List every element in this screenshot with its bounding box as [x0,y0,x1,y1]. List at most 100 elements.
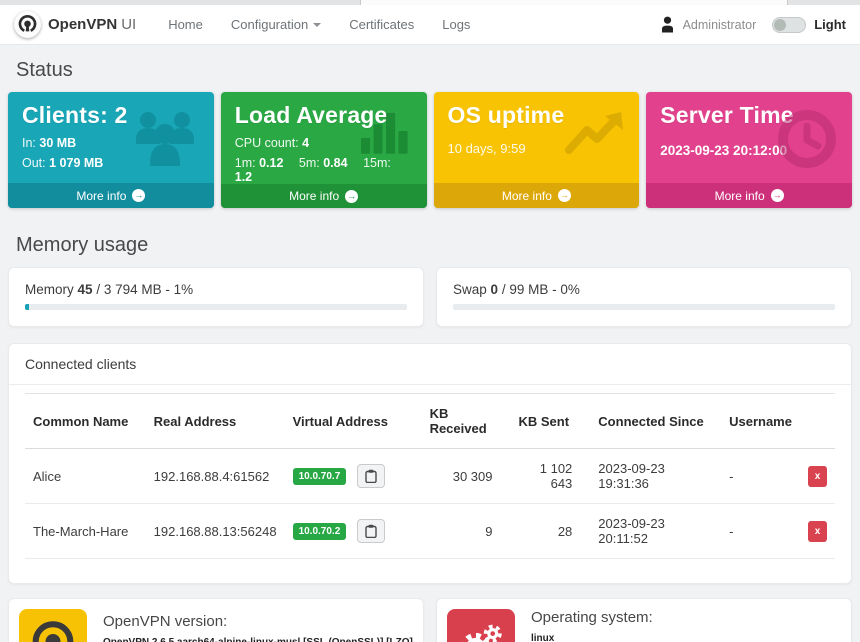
operating-system-icon [447,609,515,642]
theme-toggle-label: Light [814,17,846,32]
copy-address-button[interactable] [357,464,385,488]
value: 45 [78,282,93,297]
nav-logs[interactable]: Logs [428,17,484,32]
version-title: OpenVPN version: [103,613,413,630]
more-info-label: More info [76,189,126,203]
trend-up-icon [563,106,627,156]
actions-cell: x [800,504,835,559]
real-address-cell: 192.168.88.13:56248 [146,504,285,559]
openvpn-logo-icon [29,619,77,642]
navbar: OpenVPN UI Home Configuration Certificat… [0,5,860,45]
value: 2023-09-23 20:12:00 [660,143,787,158]
toggle-knob [774,19,786,31]
col-real-address: Real Address [146,394,285,449]
memory-progress-track [25,304,407,310]
clients-more-info-link[interactable]: More info → [8,183,214,208]
nav-configuration-label: Configuration [231,17,308,32]
col-actions [800,394,835,449]
col-kb-received: KB Received [422,394,511,449]
common-name-cell: The-March-Hare [25,504,146,559]
nav-configuration[interactable]: Configuration [217,17,335,32]
nav-logs-label: Logs [442,17,470,32]
brand-name: OpenVPN [48,16,117,33]
more-info-label: More info [502,189,552,203]
more-info-label: More info [715,189,765,203]
label: Swap [453,282,487,297]
connected-since-cell: 2023-09-23 19:31:36 [590,449,721,504]
kb-received-cell: 30 309 [422,449,511,504]
detail: / 99 MB - 0% [502,282,580,297]
arrow-right-icon: → [345,190,358,203]
operating-system-card: Operating system: linux Architecture: ar… [436,598,852,642]
label: CPU count: [235,136,299,150]
copy-address-button[interactable] [357,519,385,543]
swap-progress-track [453,304,835,310]
uptime-card-body: OS uptime 10 days, 9:59 [434,92,640,183]
user-name: Administrator [683,18,757,32]
connected-clients-card: Connected clients Common Name Real Addre… [8,343,852,584]
openvpn-version-icon [19,609,87,642]
brand-suffix: UI [121,16,136,33]
arrow-right-icon: → [558,189,571,202]
load-average-status-card: Load Average CPU count: 4 1m: 0.12 5m: 0… [221,92,427,208]
virtual-address-cell: 10.0.70.2 [285,504,422,559]
os-value: linux [531,630,653,642]
swap-text: Swap 0 / 99 MB - 0% [453,282,835,297]
nav-certificates-label: Certificates [349,17,414,32]
clients-status-card: Clients: 2 In: 30 MB Out: 1 079 MB More … [8,92,214,208]
openvpn-logo-icon [14,11,41,38]
load-card-body: Load Average CPU count: 4 1m: 0.12 5m: 0… [221,92,427,184]
status-cards: Clients: 2 In: 30 MB Out: 1 079 MB More … [8,92,852,208]
gears-icon [456,618,506,642]
os-title: Operating system: [531,609,653,626]
bar-chart-icon [357,106,415,156]
os-uptime-status-card: OS uptime 10 days, 9:59 More info → [434,92,640,208]
common-name-cell: Alice [25,449,146,504]
value: 30 MB [39,136,76,150]
main-nav: Home Configuration Certificates Logs [154,17,484,32]
connected-clients-table: Common Name Real Address Virtual Address… [25,393,835,559]
disconnect-client-button[interactable]: x [808,521,827,542]
col-common-name: Common Name [25,394,146,449]
username-cell: - [721,504,800,559]
table-row: The-March-Hare 192.168.88.13:56248 10.0.… [25,504,835,559]
server-time-more-info-link[interactable]: More info → [646,183,852,208]
label: Memory [25,282,74,297]
table-header-row: Common Name Real Address Virtual Address… [25,394,835,449]
swap-usage-card: Swap 0 / 99 MB - 0% [436,267,852,327]
uptime-more-info-link[interactable]: More info → [434,183,640,208]
version-detail: OpenVPN 2.6.5 aarch64-alpine-linux-musl … [103,634,413,642]
virtual-address-badge: 10.0.70.2 [293,523,347,540]
load-more-info-link[interactable]: More info → [221,184,427,208]
connected-clients-table-wrap: Common Name Real Address Virtual Address… [9,385,851,583]
real-address-cell: 192.168.88.4:61562 [146,449,285,504]
virtual-address-cell: 10.0.70.7 [285,449,422,504]
memory-progress-fill [25,304,29,310]
clock-icon [774,106,840,172]
col-username: Username [721,394,800,449]
load-metrics-line: 1m: 0.12 5m: 0.84 15m: 1.2 [235,156,413,184]
arrow-right-icon: → [771,189,784,202]
label: Out: [22,156,46,170]
nav-home[interactable]: Home [154,17,217,32]
col-connected-since: Connected Since [590,394,721,449]
virtual-address-badge: 10.0.70.7 [293,468,347,485]
brand-link[interactable]: OpenVPN UI [14,11,136,38]
nav-home-label: Home [168,17,203,32]
col-virtual-address: Virtual Address [285,394,422,449]
disconnect-client-button[interactable]: x [808,466,827,487]
value: 10 days, 9:59 [448,141,526,156]
server-time-status-card: Server Time 2023-09-23 20:12:00 More inf… [646,92,852,208]
actions-cell: x [800,449,835,504]
clipboard-icon [365,469,377,483]
kb-received-cell: 9 [422,504,511,559]
version-text: OpenVPN version: OpenVPN 2.6.5 aarch64-a… [103,609,413,642]
value: 0 [491,282,499,297]
openvpn-version-card: OpenVPN version: OpenVPN 2.6.5 aarch64-a… [8,598,424,642]
connected-since-cell: 2023-09-23 20:11:52 [590,504,721,559]
main-content: Status Clients: 2 In: 30 MB Out: [0,59,860,642]
nav-certificates[interactable]: Certificates [335,17,428,32]
browser-edge-strip [0,0,860,5]
theme-toggle[interactable] [772,17,806,33]
status-heading: Status [16,59,852,82]
